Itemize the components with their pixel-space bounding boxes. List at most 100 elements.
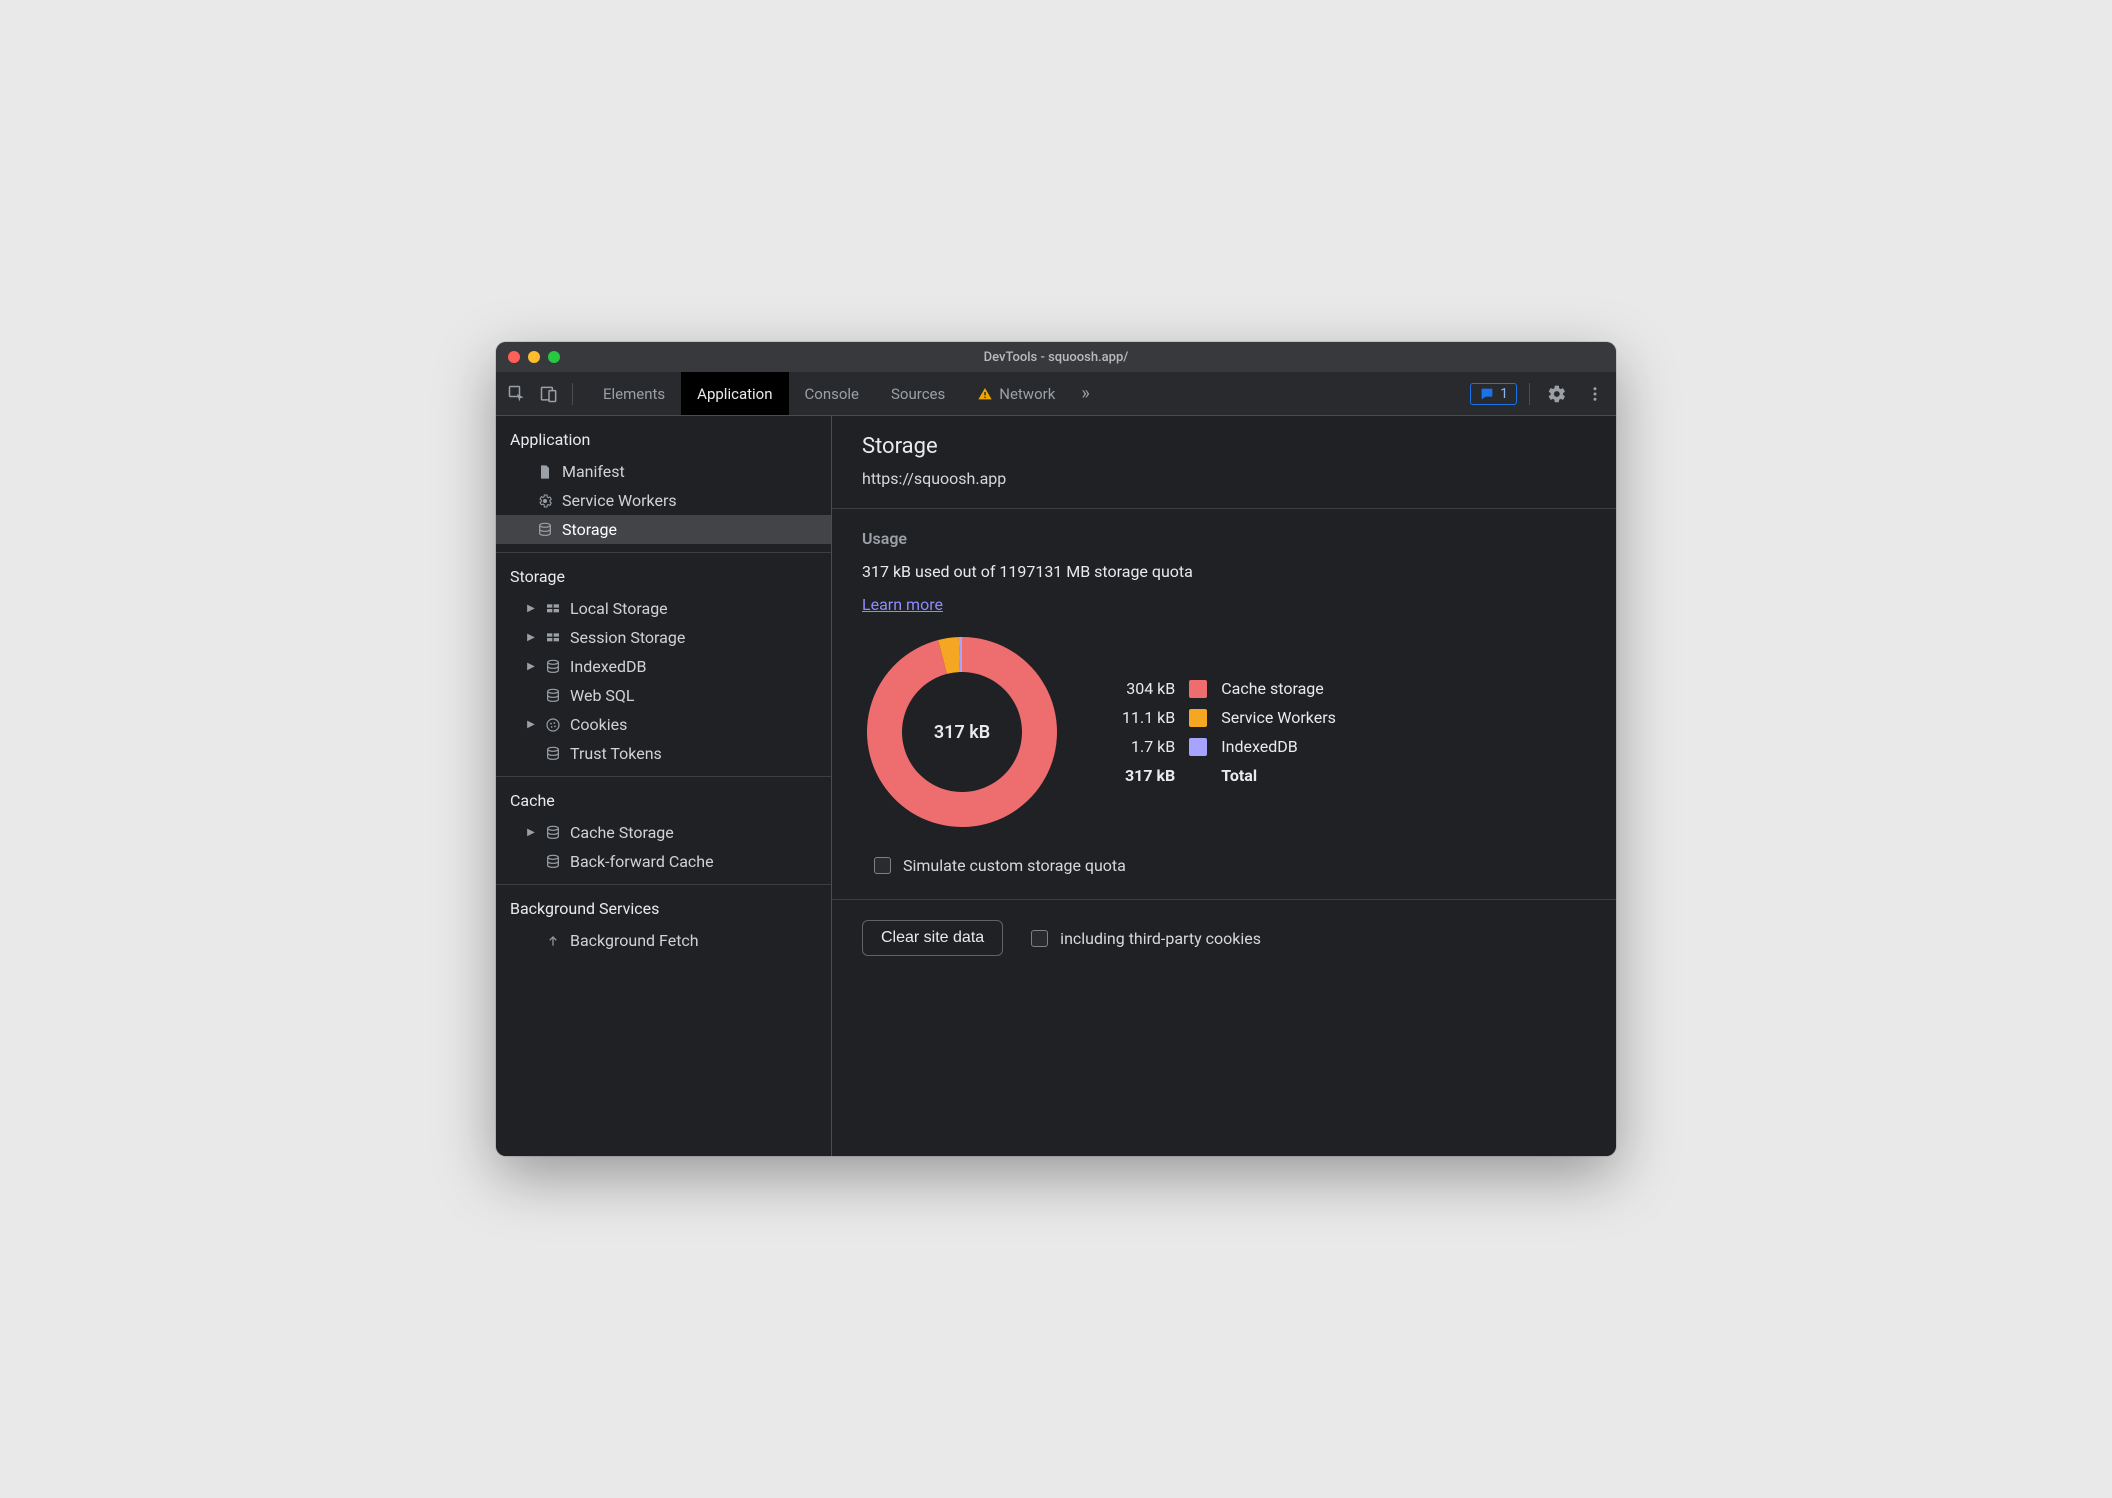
toolbar-right: 1: [1464, 372, 1610, 415]
sidebar-section-background: Background Services Background Fetch: [496, 885, 831, 963]
devtools-toolbar: Elements Application Console Sources Net…: [496, 372, 1616, 416]
sidebar-item-trust-tokens[interactable]: Trust Tokens: [496, 739, 831, 768]
sidebar-section-storage: Storage ▶ Local Storage ▶ Session Storag…: [496, 553, 831, 777]
sidebar-item-label: Manifest: [562, 462, 625, 481]
sidebar-item-service-workers[interactable]: Service Workers: [496, 486, 831, 515]
learn-more-link[interactable]: Learn more: [862, 595, 943, 614]
maximize-window-button[interactable]: [548, 351, 560, 363]
close-window-button[interactable]: [508, 351, 520, 363]
sidebar-item-manifest[interactable]: Manifest: [496, 457, 831, 486]
tab-label: Network: [999, 385, 1055, 403]
tab-network[interactable]: Network: [961, 372, 1071, 415]
chevron-double-right-icon: »: [1081, 383, 1089, 404]
settings-button[interactable]: [1542, 379, 1572, 409]
simulate-quota-checkbox[interactable]: [874, 857, 891, 874]
tab-label: Console: [805, 385, 860, 403]
caret-right-icon: ▶: [526, 632, 536, 643]
kebab-icon: [1586, 385, 1604, 403]
page-title: Storage: [862, 434, 1586, 459]
gear-icon: [536, 492, 554, 510]
table-icon: [544, 629, 562, 647]
issues-count: 1: [1500, 386, 1508, 402]
sidebar-item-session-storage[interactable]: ▶ Session Storage: [496, 623, 831, 652]
toolbar-left: [504, 372, 587, 415]
tab-label: Sources: [891, 385, 945, 403]
database-icon: [544, 687, 562, 705]
section-title: Cache: [496, 783, 831, 818]
titlebar: DevTools - squoosh.app/: [496, 342, 1616, 372]
donut-center-label: 317 kB: [862, 632, 1062, 832]
third-party-row: including third-party cookies: [1031, 929, 1261, 948]
clear-site-data-button[interactable]: Clear site data: [862, 920, 1003, 956]
sidebar-item-bfcache[interactable]: Back-forward Cache: [496, 847, 831, 876]
section-title: Storage: [496, 559, 831, 594]
sidebar-item-label: Session Storage: [570, 628, 685, 647]
usage-legend: 304 kB Cache storage 11.1 kB Service Wor…: [1122, 679, 1336, 785]
upload-icon: [544, 932, 562, 950]
sidebar-item-label: Storage: [562, 520, 617, 539]
section-title: Application: [496, 422, 831, 457]
usage-section: Usage 317 kB used out of 1197131 MB stor…: [832, 509, 1616, 900]
tab-application[interactable]: Application: [681, 372, 788, 415]
sidebar-item-websql[interactable]: Web SQL: [496, 681, 831, 710]
caret-right-icon: ▶: [526, 719, 536, 730]
device-toolbar-icon[interactable]: [536, 381, 562, 407]
simulate-quota-label: Simulate custom storage quota: [903, 856, 1126, 875]
devtools-window: DevTools - squoosh.app/ Elements Applica…: [496, 342, 1616, 1156]
database-icon: [544, 745, 562, 763]
clear-data-section: Clear site data including third-party co…: [832, 900, 1616, 976]
tab-sources[interactable]: Sources: [875, 372, 961, 415]
sidebar-item-label: Cache Storage: [570, 823, 674, 842]
tab-elements[interactable]: Elements: [587, 372, 681, 415]
usage-summary: 317 kB used out of 1197131 MB storage qu…: [862, 562, 1586, 581]
sidebar-item-label: Web SQL: [570, 686, 635, 705]
issues-badge[interactable]: 1: [1470, 383, 1517, 405]
caret-right-icon: ▶: [526, 603, 536, 614]
legend-value: 1.7 kB: [1122, 737, 1175, 756]
database-icon: [536, 521, 554, 539]
sidebar-item-storage[interactable]: Storage: [496, 515, 831, 544]
devtools-tabs: Elements Application Console Sources Net…: [587, 372, 1100, 415]
legend-swatch: [1189, 738, 1207, 756]
legend-swatch: [1189, 680, 1207, 698]
sidebar-section-application: Application Manifest Service Workers Sto…: [496, 416, 831, 553]
caret-right-icon: ▶: [526, 827, 536, 838]
sidebar-item-cache-storage[interactable]: ▶ Cache Storage: [496, 818, 831, 847]
origin-url: https://squoosh.app: [862, 469, 1586, 488]
sidebar-item-background-fetch[interactable]: Background Fetch: [496, 926, 831, 955]
inspect-element-icon[interactable]: [504, 381, 530, 407]
legend-swatch: [1189, 709, 1207, 727]
sidebar-item-label: Service Workers: [562, 491, 677, 510]
sidebar-item-label: Local Storage: [570, 599, 668, 618]
third-party-cookies-label: including third-party cookies: [1060, 929, 1261, 948]
database-icon: [544, 853, 562, 871]
file-icon: [536, 463, 554, 481]
sidebar-item-cookies[interactable]: ▶ Cookies: [496, 710, 831, 739]
usage-heading: Usage: [862, 529, 1586, 548]
more-options-button[interactable]: [1580, 379, 1610, 409]
devtools-body: Application Manifest Service Workers Sto…: [496, 416, 1616, 1156]
gear-icon: [1547, 384, 1567, 404]
third-party-cookies-checkbox[interactable]: [1031, 930, 1048, 947]
legend-label: Cache storage: [1221, 679, 1336, 698]
sidebar-item-label: Background Fetch: [570, 931, 699, 950]
sidebar-item-label: IndexedDB: [570, 657, 646, 676]
sidebar-item-label: Back-forward Cache: [570, 852, 714, 871]
tabs-overflow-button[interactable]: »: [1071, 372, 1099, 415]
usage-donut-chart: 317 kB: [862, 632, 1062, 832]
warning-icon: [977, 386, 993, 402]
traffic-lights: [508, 351, 560, 363]
legend-total-label: Total: [1221, 766, 1336, 785]
tab-label: Elements: [603, 385, 665, 403]
sidebar-item-label: Cookies: [570, 715, 627, 734]
minimize-window-button[interactable]: [528, 351, 540, 363]
table-icon: [544, 600, 562, 618]
sidebar-section-cache: Cache ▶ Cache Storage Back-forward Cache: [496, 777, 831, 885]
caret-right-icon: ▶: [526, 661, 536, 672]
sidebar-item-local-storage[interactable]: ▶ Local Storage: [496, 594, 831, 623]
sidebar-item-indexeddb[interactable]: ▶ IndexedDB: [496, 652, 831, 681]
database-icon: [544, 824, 562, 842]
tab-console[interactable]: Console: [789, 372, 876, 415]
tab-label: Application: [697, 385, 772, 403]
storage-header: Storage https://squoosh.app: [832, 416, 1616, 509]
